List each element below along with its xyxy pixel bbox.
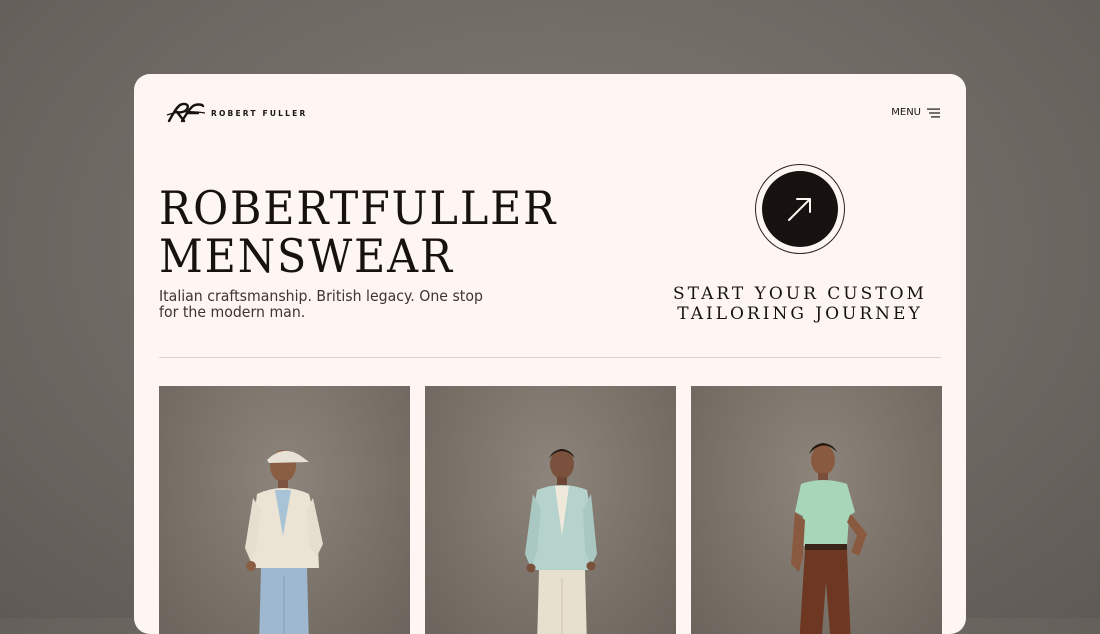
title-line-1: ROBERTFULLER [159, 181, 558, 235]
custom-tailoring-cta-label[interactable]: START YOUR CUSTOM TAILORING JOURNEY [650, 284, 950, 324]
menu-button[interactable]: MENU [891, 107, 940, 118]
gallery-photo-green-polo[interactable] [691, 386, 942, 634]
gallery-photo-mint-cardigan[interactable] [425, 386, 676, 634]
page-title: ROBERTFULLER MENSWEAR [159, 184, 557, 280]
model-figure-image [791, 443, 867, 634]
cta-line-1: START YOUR CUSTOM [673, 284, 927, 304]
brand-wordmark: ROBERT FULLER [211, 108, 308, 118]
title-line-2: MENSWEAR [159, 229, 454, 283]
rf-monogram-logo-icon [166, 102, 206, 123]
hero-subtitle: Italian craftsmanship. British legacy. O… [159, 287, 483, 321]
landing-card: ROBERT FULLER MENU ROBERTFULLER MENSWEAR… [134, 74, 966, 634]
model-figure-image [245, 450, 323, 634]
gallery-photo-cream-blazer[interactable] [159, 386, 410, 634]
cta-line-2: TAILORING JOURNEY [677, 304, 923, 324]
cta-circle [762, 171, 838, 247]
divider [159, 357, 941, 358]
model-figure-image [525, 449, 597, 634]
menu-label: MENU [891, 107, 921, 118]
custom-tailoring-cta-button[interactable] [755, 164, 845, 254]
arrow-up-right-icon [788, 198, 811, 221]
product-gallery [159, 386, 942, 634]
brand-logo[interactable]: ROBERT FULLER [166, 101, 307, 125]
hamburger-menu-icon [927, 108, 940, 117]
